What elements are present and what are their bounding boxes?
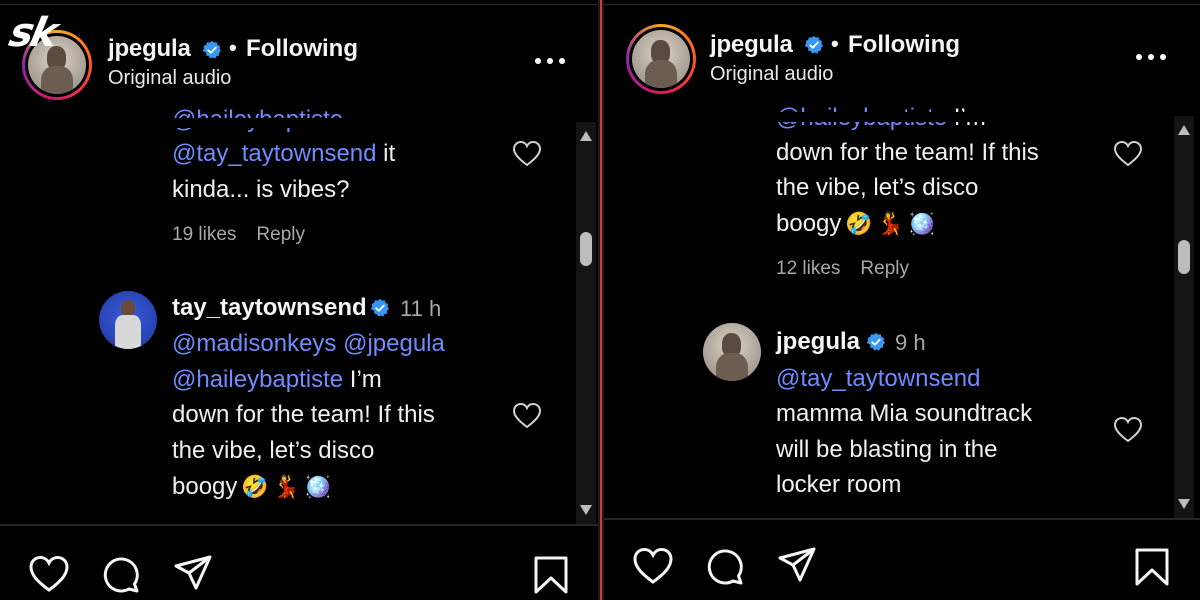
comment-line: @madisonkeys @jpegula [172, 326, 445, 362]
comment-line: @tay_taytownsend it [172, 140, 396, 167]
likes-count[interactable]: 12 likes [776, 258, 840, 279]
scroll-up-arrow-icon[interactable] [579, 130, 593, 142]
laughing-emoji-icon: 🤣 [241, 474, 269, 500]
mention-link[interactable]: @madisonkeys @jpegula [172, 330, 445, 357]
mention-link[interactable]: @tay_taytownsend [172, 140, 376, 167]
scroll-thumb[interactable] [1178, 240, 1190, 274]
separator-dot: • [229, 35, 237, 60]
save-bookmark-icon[interactable] [530, 554, 572, 596]
commenter-avatar[interactable] [703, 323, 761, 381]
like-heart-icon[interactable] [1113, 140, 1143, 168]
more-options-icon[interactable] [533, 56, 567, 66]
comment-time: 11 h [400, 296, 442, 321]
action-bar [0, 526, 598, 600]
reply-button[interactable]: Reply [860, 258, 909, 279]
scroll-down-arrow-icon[interactable] [579, 504, 593, 516]
scroll-thumb[interactable] [580, 232, 592, 266]
commenter-username[interactable]: jpegula [776, 328, 860, 356]
mention-link[interactable]: @tay_taytownsend [776, 365, 980, 392]
comment-bubble-icon[interactable] [100, 554, 142, 596]
verified-badge-icon [804, 35, 823, 54]
comments-scrollbar[interactable] [576, 122, 596, 524]
following-button[interactable]: Following [246, 35, 358, 63]
reply-button[interactable]: Reply [256, 224, 305, 245]
comment-line: @tay_taytownsend [776, 361, 980, 397]
clip-mask [0, 118, 598, 128]
share-paper-plane-icon[interactable] [172, 552, 214, 594]
save-bookmark-icon[interactable] [1131, 546, 1173, 588]
commenter-avatar[interactable] [99, 291, 157, 349]
like-heart-icon[interactable] [632, 546, 674, 588]
scroll-up-arrow-icon[interactable] [1177, 124, 1191, 136]
clip-mask [604, 112, 1200, 122]
comment-line: will be blasting in the [776, 436, 998, 463]
more-options-icon[interactable] [1134, 52, 1168, 62]
comment-meta: 12 likes Reply [776, 258, 929, 280]
comment-line: down for the team! If this [776, 139, 1039, 166]
comment-line: @haileybaptiste I’m [172, 366, 382, 393]
laughing-emoji-icon: 🤣 [845, 211, 873, 237]
comment-line: the vibe, let’s disco [776, 174, 979, 201]
like-heart-icon[interactable] [512, 402, 542, 430]
original-audio-link[interactable]: Original audio [108, 67, 231, 90]
comment-line: the vibe, let’s disco [172, 437, 375, 464]
profile-avatar[interactable] [626, 24, 696, 94]
scroll-down-arrow-icon[interactable] [1177, 498, 1191, 510]
comment-line: locker room [776, 471, 902, 498]
comment-meta: 19 likes Reply [172, 224, 325, 246]
comment-line: boogy 🤣 💃 🪩 [172, 469, 332, 506]
comment-line: mamma Mia soundtrack [776, 400, 1033, 427]
verified-badge-icon [866, 332, 885, 351]
separator-dot: • [831, 31, 839, 56]
like-heart-icon[interactable] [28, 554, 70, 596]
verified-badge-icon [370, 298, 389, 317]
comment-time: 9 h [895, 330, 926, 355]
left-reel-panel: jpegula • Following Original audio @hail… [0, 0, 598, 600]
like-heart-icon[interactable] [512, 140, 542, 168]
original-audio-link[interactable]: Original audio [710, 63, 833, 86]
comment-bubble-icon[interactable] [704, 546, 746, 588]
action-bar-divider [604, 518, 1200, 520]
verified-badge-icon [202, 40, 221, 59]
right-reel-panel: jpegula • Following Original audio @hail… [604, 0, 1200, 600]
following-button[interactable]: Following [848, 31, 960, 59]
commenter-username[interactable]: tay_taytownsend [172, 294, 367, 322]
mirror-ball-emoji-icon: 🪩 [908, 211, 936, 237]
header-username[interactable]: jpegula [710, 31, 793, 59]
comment-line: kinda... is vibes? [172, 176, 350, 203]
comment-line: boogy 🤣 💃 🪩 [776, 206, 936, 243]
avatar-photo [632, 30, 690, 88]
comment-line: down for the team! If this [172, 401, 435, 428]
mention-link[interactable]: @haileybaptiste [172, 366, 343, 393]
dancer-emoji-icon: 💃 [272, 474, 301, 500]
likes-count[interactable]: 19 likes [172, 224, 236, 245]
dancer-emoji-icon: 💃 [876, 211, 905, 237]
mirror-ball-emoji-icon: 🪩 [304, 474, 332, 500]
comments-scrollbar[interactable] [1174, 116, 1194, 518]
like-heart-icon[interactable] [1113, 416, 1143, 444]
header-username[interactable]: jpegula [108, 35, 191, 63]
share-paper-plane-icon[interactable] [776, 544, 818, 586]
